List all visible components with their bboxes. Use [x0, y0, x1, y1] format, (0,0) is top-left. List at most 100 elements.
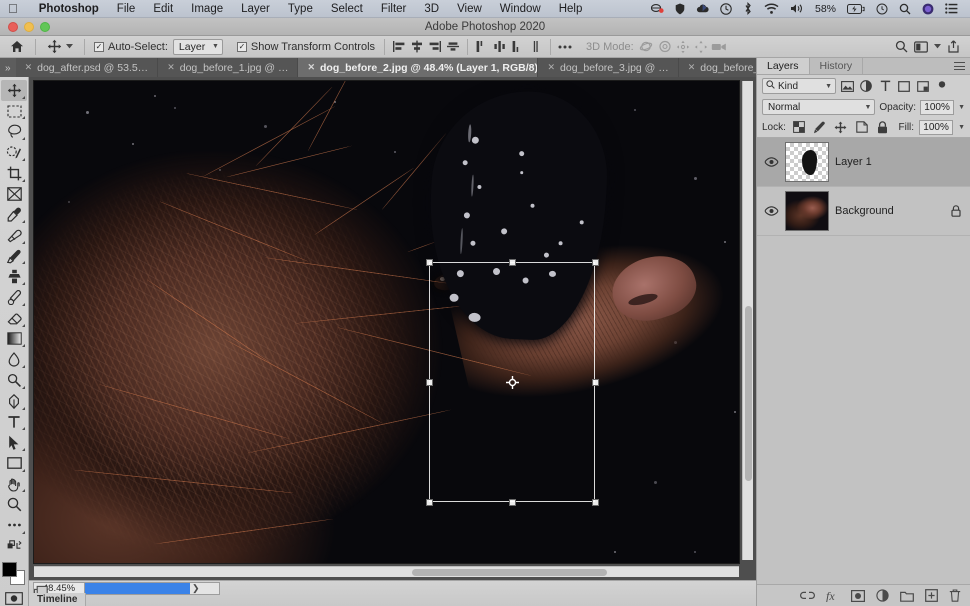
bluetooth-icon[interactable] — [743, 2, 753, 15]
menu-layer[interactable]: Layer — [232, 3, 279, 15]
document-tab-dog-before-1[interactable]: ✕ dog_before_1.jpg @ … — [158, 58, 299, 77]
cloud-sync-icon[interactable] — [696, 3, 709, 14]
home-button[interactable] — [4, 37, 30, 57]
chevron-down-icon[interactable] — [932, 38, 942, 56]
auto-select-scope-dropdown[interactable]: Layer ▼ — [172, 38, 223, 55]
foreground-color-swatch[interactable] — [2, 561, 17, 577]
align-left-edges-icon[interactable] — [390, 38, 408, 56]
canvas-vertical-scrollbar[interactable] — [742, 81, 753, 560]
clone-stamp-tool[interactable] — [1, 266, 27, 287]
align-top-edges-icon[interactable] — [444, 38, 462, 56]
wifi-icon[interactable] — [764, 3, 779, 14]
menu-filter[interactable]: Filter — [372, 3, 416, 15]
layer-thumbnail[interactable] — [785, 142, 829, 182]
current-tool-button[interactable] — [41, 37, 79, 57]
filter-shape-icon[interactable] — [896, 78, 912, 94]
show-transform-checkbox[interactable] — [236, 41, 247, 52]
menu-help[interactable]: Help — [550, 3, 592, 15]
spotlight-search-icon[interactable] — [899, 3, 911, 15]
chevron-right-icon[interactable]: ❯ — [192, 583, 200, 594]
opacity-value-field[interactable]: 100% — [920, 99, 955, 115]
filter-toggle-icon[interactable] — [934, 78, 950, 94]
menu-select[interactable]: Select — [322, 3, 372, 15]
siri-icon[interactable] — [922, 3, 934, 15]
layer-visibility-toggle[interactable] — [763, 206, 779, 216]
layer-row-background[interactable]: Background — [757, 187, 970, 236]
3d-pan-icon[interactable] — [674, 38, 692, 56]
zoom-tool[interactable] — [1, 494, 27, 515]
volume-icon[interactable] — [790, 3, 804, 14]
chevron-down-icon[interactable]: ▼ — [958, 104, 965, 111]
menu-image[interactable]: Image — [182, 3, 232, 15]
align-right-edges-icon[interactable] — [426, 38, 444, 56]
document-tab-dog-before-2[interactable]: ✕ dog_before_2.jpg @ 48.4% (Layer 1, RGB… — [298, 58, 539, 77]
menu-photoshop[interactable]: Photoshop — [30, 3, 108, 15]
shield-icon[interactable] — [675, 3, 685, 15]
tab-layers[interactable]: Layers — [757, 58, 810, 74]
link-layers-icon[interactable] — [800, 591, 815, 600]
panel-menu-icon[interactable] — [954, 62, 965, 73]
more-tools[interactable] — [1, 515, 27, 536]
frame-tool[interactable] — [1, 184, 27, 205]
close-icon[interactable]: ✕ — [25, 62, 33, 73]
show-transform-group[interactable]: Show Transform Controls — [233, 37, 379, 57]
align-horizontal-centers-icon[interactable] — [408, 38, 426, 56]
vertical-scroll-thumb[interactable] — [745, 306, 752, 481]
lock-position-icon[interactable] — [833, 119, 849, 135]
layer-visibility-toggle[interactable] — [763, 157, 779, 167]
rectangle-tool[interactable] — [1, 453, 27, 474]
filter-type-icon[interactable] — [877, 78, 893, 94]
share-icon[interactable] — [944, 38, 962, 56]
menu-edit[interactable]: Edit — [144, 3, 182, 15]
3d-orbit-icon[interactable] — [638, 38, 656, 56]
dropbox-icon[interactable] — [650, 3, 664, 14]
distribute-top-edges-icon[interactable] — [473, 38, 491, 56]
dodge-tool[interactable] — [1, 370, 27, 391]
apple-logo-icon[interactable]:  — [8, 2, 18, 15]
distribute-heights-icon[interactable] — [527, 38, 545, 56]
edit-toolbar[interactable] — [1, 536, 27, 557]
chevron-down-icon[interactable]: ▼ — [958, 124, 965, 131]
tab-overflow-icon[interactable]: » — [0, 63, 16, 77]
menu-window[interactable]: Window — [491, 3, 550, 15]
document-canvas[interactable] — [34, 81, 739, 563]
layer-style-fx-icon[interactable]: fx — [826, 589, 840, 602]
path-selection-tool[interactable] — [1, 432, 27, 453]
document-tab-dog-after-psd[interactable]: ✕ dog_after.psd @ 53.5… — [15, 58, 159, 77]
menu-3d[interactable]: 3D — [415, 3, 448, 15]
layer-thumbnail[interactable] — [785, 191, 829, 231]
add-layer-mask-icon[interactable] — [851, 589, 865, 602]
3d-camera-icon[interactable] — [710, 38, 728, 56]
spot-healing-brush-tool[interactable] — [1, 225, 27, 246]
layer-name-label[interactable]: Layer 1 — [835, 156, 964, 168]
lock-artboard-icon[interactable] — [854, 119, 870, 135]
lock-transparent-pixels-icon[interactable] — [791, 119, 807, 135]
brush-tool[interactable] — [1, 246, 27, 267]
crop-tool[interactable] — [1, 163, 27, 184]
lock-all-icon[interactable] — [875, 119, 891, 135]
lock-image-pixels-icon[interactable] — [812, 119, 828, 135]
quick-mask-icon[interactable] — [3, 590, 25, 606]
close-icon[interactable]: ✕ — [307, 62, 315, 73]
clock-icon[interactable] — [876, 3, 888, 15]
distribute-bottom-edges-icon[interactable] — [509, 38, 527, 56]
filter-smart-object-icon[interactable] — [915, 78, 931, 94]
close-icon[interactable]: ✕ — [688, 62, 696, 73]
horizontal-type-tool[interactable] — [1, 412, 27, 433]
new-layer-icon[interactable] — [925, 589, 938, 602]
workspace-icon[interactable] — [912, 38, 930, 56]
blend-mode-dropdown[interactable]: Normal ▼ — [762, 99, 876, 115]
layer-name-label[interactable]: Background — [835, 205, 942, 217]
new-adjustment-layer-icon[interactable] — [876, 589, 889, 602]
menu-view[interactable]: View — [448, 3, 491, 15]
document-tab-dog-before-3[interactable]: ✕ dog_before_3.jpg @ … — [538, 58, 679, 77]
auto-select-checkbox[interactable] — [94, 41, 104, 52]
rectangular-marquee-tool[interactable] — [1, 101, 27, 122]
delete-layer-icon[interactable] — [949, 589, 961, 602]
distribute-vertical-centers-icon[interactable] — [491, 38, 509, 56]
hand-tool[interactable] — [1, 474, 27, 495]
tab-history[interactable]: History — [810, 58, 864, 74]
move-tool[interactable] — [1, 80, 27, 101]
menu-file[interactable]: File — [108, 3, 145, 15]
fill-value-field[interactable]: 100% — [919, 119, 954, 135]
